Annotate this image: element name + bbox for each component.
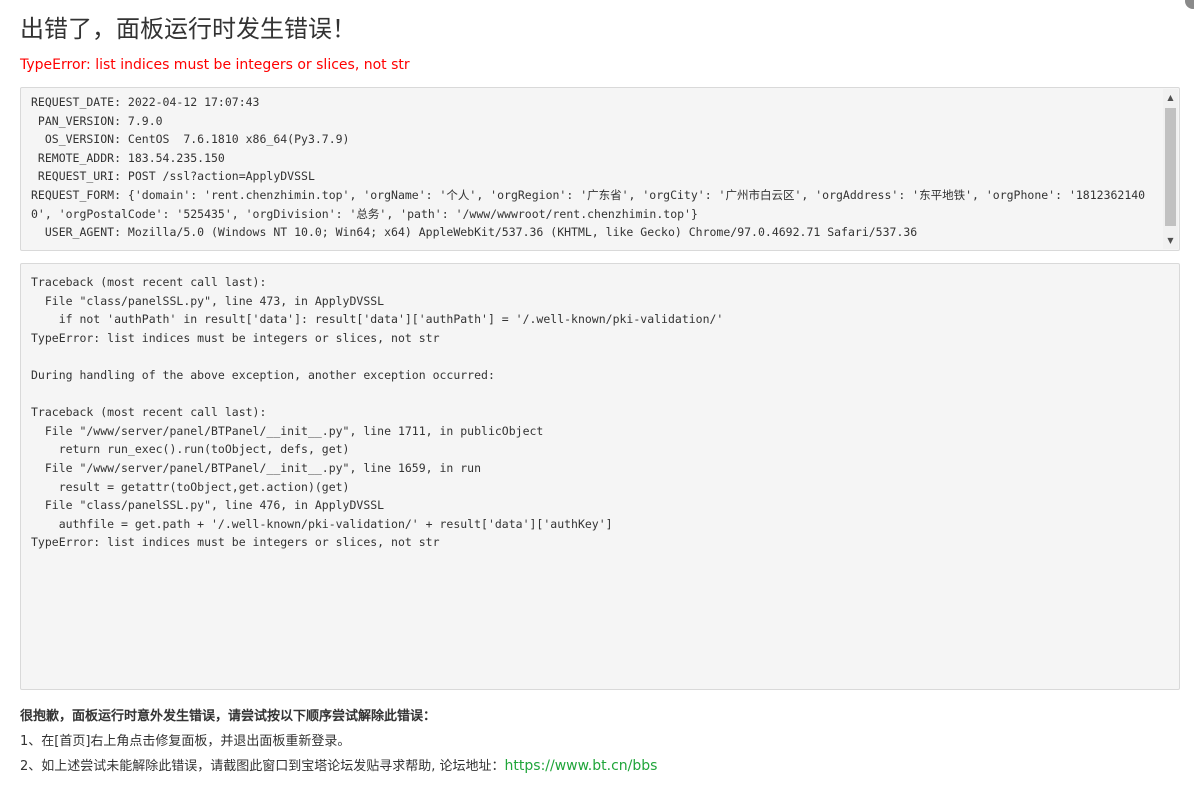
scroll-down-arrow-icon[interactable]: ▼: [1163, 232, 1178, 249]
panel-version-line: PAN_VERSION: 7.9.0: [31, 113, 163, 128]
forum-link[interactable]: https://www.bt.cn/bbs: [505, 758, 658, 774]
request-uri-line: REQUEST_URI: POST /ssl?action=ApplyDVSSL: [31, 169, 315, 184]
help-step-2: 2、如上述尝试未能解除此错误，请截图此窗口到宝塔论坛发贴寻求帮助, 论坛地址：h…: [20, 755, 657, 778]
traceback-line: authfile = get.path + '/.well-known/pki-…: [31, 516, 613, 531]
info-scrollbar[interactable]: ▲ ▼: [1163, 89, 1178, 249]
request-info-box[interactable]: REQUEST_DATE: 2022-04-12 17:07:43 PAN_VE…: [20, 87, 1180, 251]
traceback-line: [31, 385, 1169, 404]
traceback-line: Traceback (most recent call last):: [31, 275, 267, 289]
request-date-line: REQUEST_DATE: 2022-04-12 17:07:43: [31, 95, 260, 109]
traceback-line: File "/www/server/panel/BTPanel/__init__…: [31, 460, 482, 475]
traceback-box[interactable]: Traceback (most recent call last): File …: [20, 263, 1180, 690]
traceback-line: [31, 347, 1169, 366]
scroll-thumb[interactable]: [1165, 108, 1176, 226]
traceback-content: Traceback (most recent call last): File …: [31, 273, 1169, 552]
traceback-line: File "class/panelSSL.py", line 473, in A…: [31, 293, 385, 308]
traceback-line: Traceback (most recent call last):: [31, 405, 267, 420]
help-step-2-text: 2、如上述尝试未能解除此错误，请截图此窗口到宝塔论坛发贴寻求帮助, 论坛地址：: [20, 759, 505, 774]
user-agent-line: USER_AGENT: Mozilla/5.0 (Windows NT 10.0…: [31, 225, 918, 240]
scroll-up-arrow-icon[interactable]: ▲: [1163, 89, 1178, 106]
traceback-line: TypeError: list indices must be integers…: [31, 330, 440, 345]
corner-circle-icon[interactable]: [1185, 0, 1194, 9]
traceback-line: return run_exec().run(toObject, defs, ge…: [31, 442, 350, 457]
os-version-line: OS_VERSION: CentOS 7.6.1810 x86_64(Py3.7…: [31, 132, 350, 147]
help-step-1: 1、在[首页]右上角点击修复面板，并退出面板重新登录。: [20, 734, 351, 749]
request-form-line: REQUEST_FORM: {'domain': 'rent.chenzhimi…: [31, 187, 1146, 221]
traceback-line: result = getattr(toObject,get.action)(ge…: [31, 479, 350, 494]
error-summary: TypeError: list indices must be integers…: [20, 57, 410, 73]
remote-addr-line: REMOTE_ADDR: 183.54.235.150: [31, 150, 225, 165]
traceback-line: TypeError: list indices must be integers…: [31, 535, 440, 550]
help-title: 很抱歉，面板运行时意外发生错误，请尝试按以下顺序尝试解除此错误：: [20, 709, 437, 724]
page-title: 出错了，面板运行时发生错误！: [20, 15, 356, 43]
request-info-content: REQUEST_DATE: 2022-04-12 17:07:43 PAN_VE…: [31, 93, 1157, 242]
traceback-line: File "class/panelSSL.py", line 476, in A…: [31, 498, 385, 513]
traceback-line: if not 'authPath' in result['data']: res…: [31, 312, 724, 327]
traceback-line: File "/www/server/panel/BTPanel/__init__…: [31, 423, 544, 438]
traceback-line: During handling of the above exception, …: [31, 367, 495, 382]
help-section: 很抱歉，面板运行时意外发生错误，请尝试按以下顺序尝试解除此错误： 1、在[首页]…: [20, 706, 657, 778]
